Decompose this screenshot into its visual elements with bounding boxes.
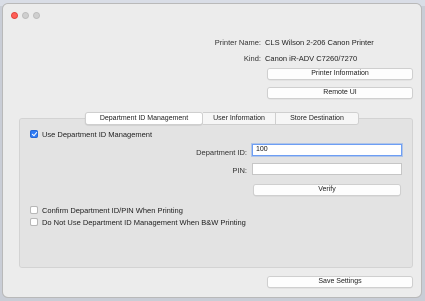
close-window-icon[interactable] bbox=[11, 12, 18, 19]
tab-department-id-management[interactable]: Department ID Management bbox=[85, 112, 203, 125]
pin-label: PIN: bbox=[232, 166, 247, 175]
confirm-department-id-checkbox[interactable] bbox=[30, 206, 38, 214]
zoom-window-icon[interactable] bbox=[33, 12, 40, 19]
minimize-window-icon[interactable] bbox=[22, 12, 29, 19]
verify-button[interactable]: Verify bbox=[253, 184, 401, 196]
pin-input[interactable] bbox=[252, 163, 402, 175]
confirm-department-id-label: Confirm Department ID/PIN When Printing bbox=[42, 206, 183, 215]
department-id-label: Department ID: bbox=[196, 148, 247, 157]
title-bar bbox=[3, 4, 421, 26]
printer-kind-label: Kind: bbox=[243, 54, 261, 63]
tab-store-destination[interactable]: Store Destination bbox=[275, 112, 359, 125]
use-department-id-checkbox[interactable] bbox=[30, 130, 38, 138]
printer-name-label: Printer Name: bbox=[214, 38, 261, 47]
printer-name-value: CLS Wilson 2-206 Canon Printer bbox=[265, 38, 374, 47]
use-department-id-label: Use Department ID Management bbox=[42, 130, 153, 139]
printer-information-button[interactable]: Printer Information bbox=[267, 68, 413, 80]
printer-kind-value: Canon iR-ADV C7260/7270 bbox=[265, 54, 358, 63]
bw-printing-checkbox[interactable] bbox=[30, 218, 38, 226]
printer-settings-window: Printer Name: CLS Wilson 2-206 Canon Pri… bbox=[2, 3, 422, 298]
settings-tabs: Department ID Management User Informatio… bbox=[3, 112, 421, 126]
save-settings-button[interactable]: Save Settings bbox=[267, 276, 413, 288]
remote-ui-button[interactable]: Remote UI bbox=[267, 87, 413, 99]
tab-user-information[interactable]: User Information bbox=[203, 112, 275, 125]
department-id-input[interactable]: 100 bbox=[252, 144, 402, 156]
bw-printing-label: Do Not Use Department ID Management When… bbox=[42, 218, 246, 227]
